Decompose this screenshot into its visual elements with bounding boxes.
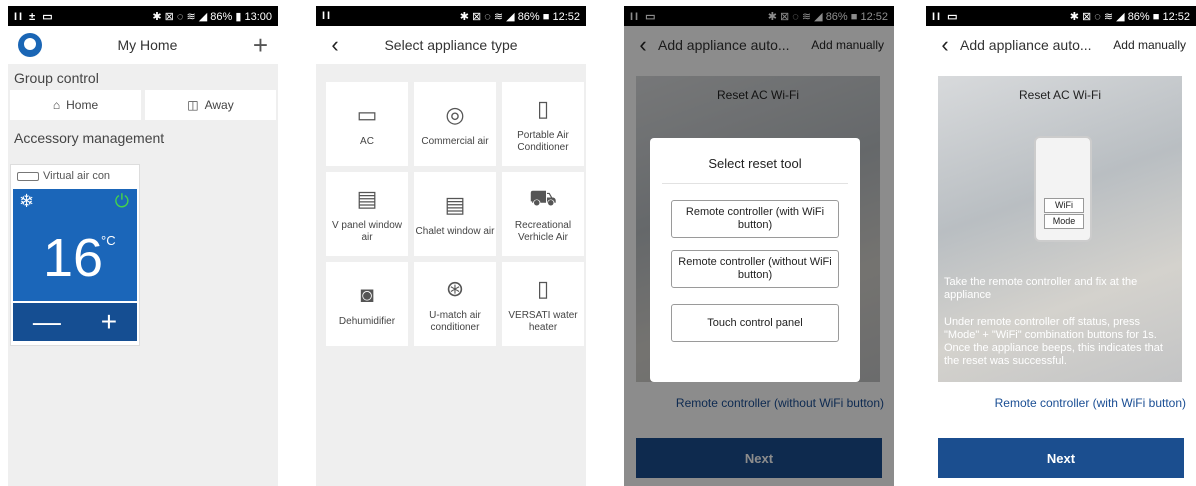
device-panel[interactable]: ❄ ⏻ 16 °C bbox=[13, 189, 137, 301]
appliance-tile[interactable]: ⛟ Recreational Verhicle Air bbox=[502, 172, 584, 256]
appliance-label: AC bbox=[360, 136, 374, 147]
snowflake-icon[interactable]: ❄ bbox=[19, 191, 34, 212]
appliance-tile[interactable]: ▯ VERSATI water heater bbox=[502, 262, 584, 346]
away-button-label: Away bbox=[204, 98, 234, 112]
status-left: II bbox=[322, 10, 333, 22]
back-icon[interactable]: ‹ bbox=[320, 26, 350, 64]
appliance-label: Dehumidifier bbox=[338, 316, 396, 327]
status-left: II ▭ bbox=[932, 10, 960, 23]
next-button[interactable]: Next bbox=[938, 438, 1184, 478]
appliance-icon: ▤ bbox=[444, 192, 466, 217]
status-bar: II ▭ ✱ ⊠ ◌ ≋ ◢ 86% ■ 12:52 bbox=[926, 6, 1196, 26]
plus-button[interactable]: + bbox=[101, 306, 117, 338]
appliance-icon: ⛟ bbox=[529, 184, 557, 210]
temperature-controls: — + bbox=[13, 303, 137, 341]
appliance-tile[interactable]: ▯ Portable Air Conditioner bbox=[502, 82, 584, 166]
illustration-title: Reset AC Wi-Fi bbox=[1018, 88, 1101, 102]
appliance-label: Portable Air Conditioner bbox=[517, 130, 569, 153]
appliance-label: U-match air conditioner bbox=[429, 310, 481, 333]
appliance-label: Commercial air bbox=[421, 136, 489, 147]
option-remote-without-wifi[interactable]: Remote controller (without WiFi button) bbox=[671, 250, 839, 288]
appliance-label: V panel window air bbox=[331, 220, 403, 243]
add-manually-link[interactable]: Add manually bbox=[1113, 38, 1192, 52]
appliance-label: VERSATI water heater bbox=[508, 310, 578, 333]
device-name: Virtual air con bbox=[43, 170, 111, 182]
app-bar: ‹ Add appliance auto... Add manually bbox=[926, 26, 1196, 64]
instruction-1: Take the remote controller and fix at th… bbox=[944, 276, 1138, 301]
away-button[interactable]: ◫ Away bbox=[145, 90, 276, 120]
accessory-label: Accessory management bbox=[8, 120, 278, 150]
page-title: Add appliance auto... bbox=[960, 37, 1092, 53]
appliance-tile[interactable]: ◎ Commercial air bbox=[414, 82, 496, 166]
power-icon[interactable]: ⏻ bbox=[115, 191, 129, 212]
group-control-label: Group control bbox=[8, 64, 278, 90]
mode-button-label: Mode bbox=[1044, 214, 1084, 229]
temperature-value: 16 bbox=[43, 228, 104, 288]
screen-select-appliance: II ✱ ⊠ ◌ ≋ ◢ 86% ■ 12:52 ‹ Select applia… bbox=[316, 6, 586, 486]
temperature-unit: °C bbox=[101, 233, 116, 248]
appliance-icon: ◙ bbox=[360, 282, 374, 307]
page-title: Select appliance type bbox=[384, 37, 518, 53]
dialog-title: Select reset tool bbox=[662, 138, 848, 184]
add-icon[interactable]: + bbox=[253, 26, 268, 64]
appliance-grid: ▭ AC ◎ Commercial air ▯ Portable Air Condit… bbox=[326, 82, 584, 346]
appliance-icon: ▤ bbox=[356, 186, 378, 211]
appliance-tile[interactable]: ▭ AC bbox=[326, 82, 408, 166]
status-bar: II ✱ ⊠ ◌ ≋ ◢ 86% ■ 12:52 bbox=[316, 6, 586, 26]
screen-add-auto-dialog: II ▭ ✱ ⊠ ◌ ≋ ◢ 86% ■ 12:52 ‹ Add applian… bbox=[624, 6, 894, 486]
device-card[interactable]: Virtual air con ❄ ⏻ 16 °C — + bbox=[10, 164, 140, 346]
door-icon: ◫ bbox=[187, 98, 199, 112]
status-left: II ± ▭ bbox=[14, 10, 55, 23]
option-touch-panel[interactable]: Touch control panel bbox=[671, 304, 839, 342]
appliance-icon: ⊛ bbox=[445, 276, 465, 301]
page-title: My Home bbox=[117, 37, 178, 53]
screen-add-auto: II ▭ ✱ ⊠ ◌ ≋ ◢ 86% ■ 12:52 ‹ Add applian… bbox=[926, 6, 1196, 486]
house-icon: ⌂ bbox=[52, 98, 61, 112]
screen-home: II ± ▭ ✱ ⊠ ◌ ≋ ◢ 86% ▮ 13:00 My Home + G… bbox=[8, 6, 278, 486]
status-right: ✱ ⊠ ◌ ≋ ◢ 86% ■ 12:52 bbox=[1069, 10, 1190, 23]
appliance-tile[interactable]: ⊛ U-match air conditioner bbox=[414, 262, 496, 346]
avatar[interactable] bbox=[18, 33, 42, 57]
back-icon[interactable]: ‹ bbox=[930, 26, 960, 64]
ac-icon bbox=[17, 171, 39, 181]
appliance-icon: ◎ bbox=[445, 102, 465, 127]
status-right: ✱ ⊠ ◌ ≋ ◢ 86% ■ 12:52 bbox=[459, 10, 580, 23]
appliance-icon: ▯ bbox=[536, 96, 550, 121]
status-bar: II ± ▭ ✱ ⊠ ◌ ≋ ◢ 86% ▮ 13:00 bbox=[8, 6, 278, 26]
appliance-tile[interactable]: ◙ Dehumidifier bbox=[326, 262, 408, 346]
reset-illustration: Reset AC Wi-Fi WiFi Mode Take the remote… bbox=[938, 76, 1182, 382]
minus-button[interactable]: — bbox=[33, 306, 61, 338]
status-right: ✱ ⊠ ◌ ≋ ◢ 86% ▮ 13:00 bbox=[152, 10, 272, 23]
home-button-label: Home bbox=[66, 98, 99, 112]
appliance-icon: ▭ bbox=[356, 102, 378, 127]
remote-with-wifi-link[interactable]: Remote controller (with WiFi button) bbox=[926, 396, 1196, 410]
instruction-2: Under remote controller off status, pres… bbox=[944, 316, 1163, 367]
reset-tool-dialog: Select reset tool Remote controller (wit… bbox=[650, 138, 860, 382]
appliance-label: Chalet window air bbox=[415, 226, 495, 237]
app-bar: ‹ Select appliance type bbox=[316, 26, 586, 64]
appliance-label: Recreational Verhicle Air bbox=[514, 220, 572, 243]
device-header: Virtual air con bbox=[11, 165, 139, 187]
appliance-tile[interactable]: ▤ V panel window air bbox=[326, 172, 408, 256]
app-bar: My Home + bbox=[8, 26, 278, 64]
remote-controller-icon: WiFi Mode bbox=[1034, 136, 1092, 242]
wifi-button-label: WiFi bbox=[1044, 198, 1084, 213]
appliance-tile[interactable]: ▤ Chalet window air bbox=[414, 172, 496, 256]
appliance-icon: ▯ bbox=[536, 276, 550, 301]
group-control-row: ⌂ Home ◫ Away bbox=[8, 90, 278, 120]
option-remote-with-wifi[interactable]: Remote controller (with WiFi button) bbox=[671, 200, 839, 238]
home-button[interactable]: ⌂ Home bbox=[10, 90, 141, 120]
